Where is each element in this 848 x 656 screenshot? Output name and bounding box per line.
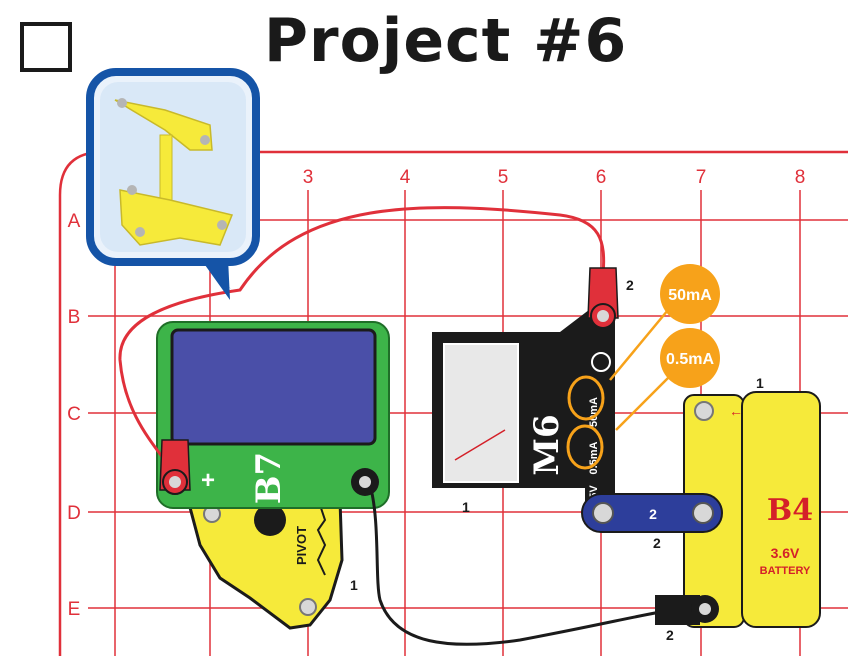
column-label-3: 3 xyxy=(303,167,314,188)
column-label-6: 6 xyxy=(596,167,607,188)
column-label-5: 5 xyxy=(498,167,509,188)
circuit-diagram: 3 4 5 6 7 8 A B C D E PIVOT 1 B7 + M6 50… xyxy=(58,68,848,656)
svg-text:0.5mA: 0.5mA xyxy=(666,351,714,368)
battery-level-label: 1 xyxy=(756,375,764,391)
battery-snap-icon xyxy=(694,401,714,421)
row-label-d: D xyxy=(67,503,81,524)
column-label-7: 7 xyxy=(696,167,707,188)
pivot-level-label: 1 xyxy=(350,577,358,593)
row-label-c: C xyxy=(67,404,81,425)
solar-panel xyxy=(170,328,377,446)
row-label-b: B xyxy=(68,307,81,328)
column-label-8: 8 xyxy=(795,167,806,188)
row-label-e: E xyxy=(68,599,81,620)
red-wire-snap-icon xyxy=(169,476,181,488)
snap-wire-end-icon xyxy=(592,502,614,524)
pivot-part-post xyxy=(159,134,173,206)
black-wire-level-label: 2 xyxy=(666,627,674,643)
battery-label: B4 xyxy=(767,493,813,528)
black-wire-snap-icon xyxy=(699,603,711,615)
meter-level-label: 1 xyxy=(462,499,470,515)
column-label-4: 4 xyxy=(400,167,411,188)
red-wire-snap-icon xyxy=(597,310,609,322)
snap-wire-label: 2 xyxy=(649,506,657,522)
red-wire-level-label: 2 xyxy=(626,277,634,293)
pivot-snap-icon xyxy=(299,598,317,616)
black-wire-snap-icon xyxy=(359,476,371,488)
meter-label: M6 xyxy=(527,414,567,475)
svg-text:50mA: 50mA xyxy=(668,287,712,304)
snap-wire-end-icon xyxy=(692,502,714,524)
row-label-a: A xyxy=(68,211,81,232)
solar-plus-label: + xyxy=(201,467,215,494)
pivot-inset xyxy=(86,68,260,300)
snap-wire-level-label: 2 xyxy=(653,535,661,551)
meter-dial xyxy=(443,343,519,483)
battery-name: BATTERY xyxy=(760,565,811,577)
battery-arrow-icon: ← xyxy=(729,403,743,419)
pivot-stand[interactable]: PIVOT 1 xyxy=(186,498,358,630)
battery-voltage: 3.6V xyxy=(771,545,800,561)
solar-cell-label: B7 xyxy=(249,452,289,504)
meter-m6[interactable]: M6 50mA 0.5mA 5V 1 xyxy=(432,300,615,530)
pivot-label: PIVOT xyxy=(294,526,309,565)
